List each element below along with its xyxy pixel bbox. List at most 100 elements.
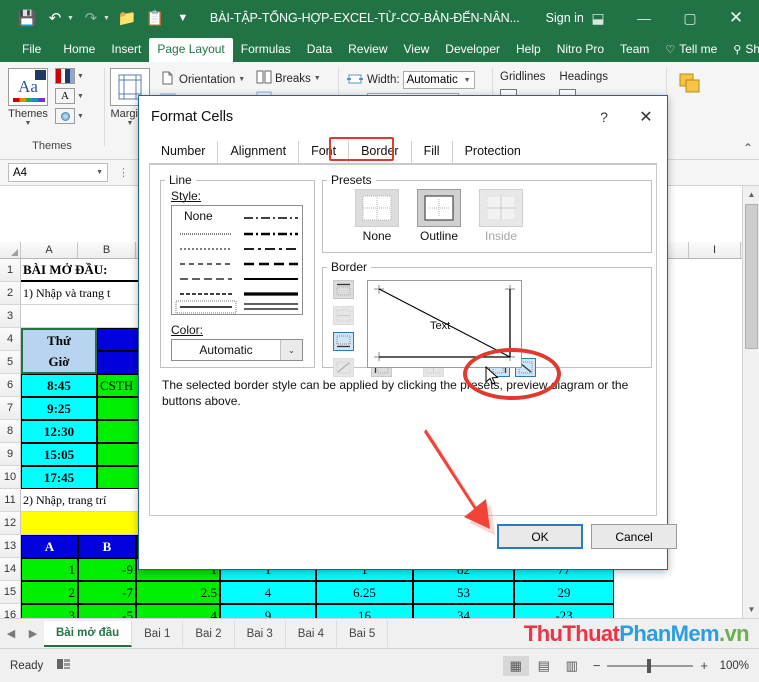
arrange-button[interactable] — [678, 72, 702, 97]
dialog-tab-number[interactable]: Number — [149, 141, 218, 163]
border-bottom-button[interactable] — [333, 332, 354, 351]
cell-a9[interactable]: 15:05 — [21, 443, 97, 466]
undo-dropdown-icon[interactable]: ▼ — [67, 15, 74, 22]
sheet-tab-bai-4[interactable]: Bai 4 — [286, 621, 337, 647]
row-header[interactable]: 10 — [0, 466, 21, 489]
cell-d15[interactable]: 4 — [220, 581, 316, 604]
cell-e15[interactable]: 6.25 — [316, 581, 413, 604]
row-header[interactable]: 8 — [0, 420, 21, 443]
vertical-scrollbar[interactable]: ▲ ▼ — [742, 186, 759, 618]
redo-icon[interactable]: ↷ — [78, 6, 104, 30]
chevron-down-icon[interactable]: ▼ — [464, 77, 471, 84]
select-all-corner[interactable] — [0, 242, 21, 258]
themes-button[interactable]: Aa Themes ▼ — [8, 68, 48, 127]
zoom-in-button[interactable]: + — [700, 658, 708, 673]
tab-file[interactable]: File — [8, 38, 55, 62]
zoom-slider[interactable] — [607, 665, 693, 667]
chevron-down-icon[interactable]: ▼ — [96, 169, 103, 176]
width-control[interactable]: Width: Automatic ▼ — [346, 71, 475, 89]
preset-outline-button[interactable]: Outline — [417, 189, 461, 243]
scroll-down-icon[interactable]: ▼ — [743, 601, 759, 618]
dialog-help-icon[interactable]: ? — [583, 100, 625, 134]
zoom-slider-knob[interactable] — [647, 659, 651, 673]
row-header[interactable]: 4 — [0, 328, 21, 351]
tab-team[interactable]: Team — [612, 38, 657, 62]
sheet-tab-bai-5[interactable]: Bai 5 — [337, 621, 388, 647]
cell-a10[interactable]: 17:45 — [21, 466, 97, 489]
chevron-down-icon[interactable]: ▼ — [77, 113, 84, 120]
row-header[interactable]: 16 — [0, 604, 21, 618]
breaks-button[interactable]: Breaks ▼ — [256, 70, 321, 87]
close-icon[interactable]: ✕ — [713, 0, 759, 36]
theme-fonts-button[interactable]: A ▼ — [55, 88, 84, 104]
cell-a6[interactable]: 8:45 — [21, 374, 97, 397]
view-normal-icon[interactable]: ▦ — [503, 656, 529, 676]
next-sheet-icon[interactable]: ▶ — [22, 627, 44, 640]
cell-b13[interactable]: B — [78, 535, 136, 558]
tab-nitro-pro[interactable]: Nitro Pro — [549, 38, 612, 62]
collapse-ribbon-icon[interactable]: ⌃ — [743, 141, 753, 155]
border-top-button[interactable] — [333, 280, 354, 299]
cell-f15[interactable]: 53 — [413, 581, 514, 604]
dialog-tab-alignment[interactable]: Alignment — [218, 141, 299, 163]
scroll-up-icon[interactable]: ▲ — [743, 186, 759, 203]
sheet-tab-bai-2[interactable]: Bai 2 — [183, 621, 234, 647]
prev-sheet-icon[interactable]: ◀ — [0, 627, 22, 640]
row-header[interactable]: 13 — [0, 535, 21, 558]
cell-g15[interactable]: 29 — [514, 581, 614, 604]
cell-f16[interactable]: 34 — [413, 604, 514, 618]
column-header-i[interactable]: I — [689, 242, 741, 258]
minimize-icon[interactable]: — — [621, 0, 667, 36]
theme-colors-button[interactable]: ▼ — [55, 68, 84, 84]
row-header[interactable]: 11 — [0, 489, 21, 512]
accessibility-icon[interactable] — [57, 658, 71, 673]
ok-button[interactable]: OK — [497, 524, 583, 549]
cell-a5[interactable]: Giờ — [21, 351, 97, 374]
preset-none-button[interactable]: None — [355, 189, 399, 243]
zoom-out-button[interactable]: − — [593, 658, 601, 673]
border-horizontal-inside-button[interactable] — [333, 306, 354, 325]
open-icon[interactable]: 📁 — [114, 6, 140, 30]
undo-icon[interactable]: ↶ — [42, 6, 68, 30]
cell-a13[interactable]: A — [21, 535, 78, 558]
row-header[interactable]: 5 — [0, 351, 21, 374]
cell-c15[interactable]: 2.5 — [136, 581, 220, 604]
dialog-tab-fill[interactable]: Fill — [412, 141, 453, 163]
row-header[interactable]: 1 — [0, 259, 21, 282]
width-combo[interactable]: Automatic ▼ — [403, 71, 475, 89]
sheet-tab-bai-3[interactable]: Bai 3 — [235, 621, 286, 647]
tab-formulas[interactable]: Formulas — [233, 38, 299, 62]
cell-a4-selected[interactable]: Thứ — [21, 328, 97, 351]
dialog-tab-protection[interactable]: Protection — [453, 141, 533, 163]
name-box[interactable]: A4 ▼ — [8, 163, 108, 182]
cell-a8[interactable]: 12:30 — [21, 420, 97, 443]
row-header[interactable]: 6 — [0, 374, 21, 397]
row-header[interactable]: 15 — [0, 581, 21, 604]
row-header[interactable]: 3 — [0, 305, 21, 328]
cell-a7[interactable]: 9:25 — [21, 397, 97, 420]
zoom-level-label[interactable]: 100% — [715, 660, 749, 672]
cell-a14[interactable]: 1 — [21, 558, 78, 581]
cell-a16[interactable]: 3 — [21, 604, 78, 618]
row-header[interactable]: 14 — [0, 558, 21, 581]
cell-g16[interactable]: -23 — [514, 604, 614, 618]
dialog-tab-font[interactable]: Font — [299, 141, 349, 163]
row-header[interactable]: 9 — [0, 443, 21, 466]
cell-c16[interactable]: 4 — [136, 604, 220, 618]
cell-d16[interactable]: 9 — [220, 604, 316, 618]
preset-inside-button[interactable]: Inside — [479, 189, 523, 243]
cell-b16[interactable]: -5 — [78, 604, 136, 618]
tab-page-layout[interactable]: Page Layout — [149, 38, 232, 62]
border-diagonal-up-button[interactable] — [333, 358, 354, 377]
cell-a15[interactable]: 2 — [21, 581, 78, 604]
view-page-break-icon[interactable]: ▥ — [559, 656, 585, 676]
formula-bar-functions-icon[interactable]: ⋮ — [118, 166, 130, 179]
tab-insert[interactable]: Insert — [103, 38, 149, 62]
tab-review[interactable]: Review — [340, 38, 395, 62]
chevron-down-icon[interactable]: ▼ — [127, 120, 134, 127]
line-style-list[interactable]: None — [171, 205, 303, 315]
dialog-tab-border[interactable]: Border — [349, 141, 412, 163]
chevron-down-icon[interactable]: ▼ — [238, 76, 245, 83]
paste-icon[interactable]: 📋 — [142, 6, 168, 30]
row-header[interactable]: 12 — [0, 512, 21, 535]
